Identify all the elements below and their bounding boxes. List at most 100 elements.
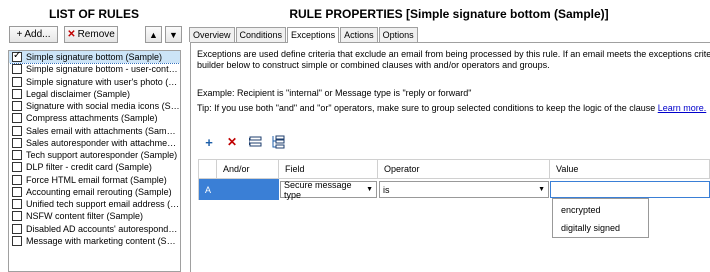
rule-checkbox[interactable] <box>12 88 22 99</box>
tab-overview[interactable]: Overview <box>189 27 235 42</box>
plus-icon: + <box>16 29 23 40</box>
description-line-1: Exceptions are used define criteria that… <box>197 49 710 59</box>
list-item[interactable]: Force HTML email format (Sample) <box>9 174 180 186</box>
rule-checkbox[interactable] <box>12 186 22 197</box>
field-cell: Secure message type ▼ <box>279 179 378 200</box>
group-icon[interactable] <box>248 135 262 149</box>
header-field: Field <box>279 159 378 179</box>
tab-actions[interactable]: Actions <box>340 27 378 42</box>
list-item[interactable]: Tech support autoresponder (Sample) <box>9 149 180 161</box>
list-item[interactable]: Simple signature bottom (Sample) <box>9 51 180 64</box>
add-rule-button[interactable]: + Add... <box>9 26 58 43</box>
list-item[interactable]: Simple signature with user's photo (Sam.… <box>9 76 180 88</box>
field-select[interactable]: Secure message type ▼ <box>280 179 377 200</box>
rule-checkbox[interactable] <box>12 101 22 111</box>
rule-checkbox[interactable] <box>12 235 22 246</box>
chevron-down-icon: ▼ <box>538 186 545 193</box>
rule-label: Message with marketing content (Sampl... <box>26 235 180 246</box>
property-tabs: Overview Conditions Exceptions Actions O… <box>189 27 419 43</box>
clause-toolbar: + ✕ <box>202 135 294 150</box>
rule-label: DLP filter - credit card (Sample) <box>26 162 152 173</box>
list-item[interactable]: Compress attachments (Sample) <box>9 112 180 124</box>
add-condition-icon[interactable]: + <box>202 135 216 150</box>
chevron-up-icon: ▲ <box>149 29 158 40</box>
option-digitally-signed[interactable]: digitally signed <box>553 219 648 237</box>
rule-checkbox[interactable] <box>12 211 22 222</box>
grid-header: And/or Field Operator Value <box>198 159 710 179</box>
rule-label: Sales email with attachments (Sample) <box>26 125 180 136</box>
move-up-button[interactable]: ▲ <box>145 26 162 43</box>
rule-label: Sales autoresponder with attachments (..… <box>26 137 180 148</box>
list-item[interactable]: Disabled AD accounts' autoresponder (... <box>9 223 180 235</box>
rule-label: Tech support autoresponder (Sample) <box>26 150 178 160</box>
header-andor: And/or <box>217 159 279 179</box>
rule-label: Force HTML email format (Sample) <box>26 174 167 185</box>
table-row[interactable]: A Secure message type ▼ is ▼ <box>198 179 710 200</box>
operator-select[interactable]: is ▼ <box>379 181 549 198</box>
rules-list[interactable]: Simple signature bottom (Sample) Simple s… <box>8 50 181 272</box>
rule-checkbox[interactable] <box>12 137 22 148</box>
value-cell <box>550 179 710 200</box>
rule-checkbox[interactable] <box>12 51 22 62</box>
list-item[interactable]: Message with marketing content (Sampl... <box>9 235 180 247</box>
field-value: Secure message type <box>284 179 352 200</box>
tip-text: Tip: If you use both "and" and "or" oper… <box>197 103 706 113</box>
value-input[interactable] <box>550 181 710 198</box>
learn-more-link[interactable]: Learn more. <box>658 103 707 113</box>
remove-rule-label: Remove <box>77 29 115 40</box>
rule-checkbox[interactable] <box>12 223 22 234</box>
option-encrypted[interactable]: encrypted <box>553 201 648 219</box>
rule-label: Signature with social media icons (Sam..… <box>26 101 180 111</box>
example-text: Example: Recipient is "internal" or Mess… <box>197 88 472 98</box>
add-rule-label: Add... <box>24 29 51 40</box>
list-item[interactable]: DLP filter - credit card (Sample) <box>9 161 180 173</box>
list-item[interactable]: Sales email with attachments (Sample) <box>9 125 180 137</box>
chevron-down-icon: ▼ <box>366 186 373 193</box>
exceptions-grid: And/or Field Operator Value A Secure mes… <box>198 159 710 200</box>
rule-label: Simple signature bottom (Sample) <box>26 52 163 62</box>
list-item[interactable]: NSFW content filter (Sample) <box>9 210 180 222</box>
header-value: Value <box>550 159 710 179</box>
row-id: A <box>198 179 217 200</box>
operator-value: is <box>383 184 390 195</box>
close-icon: ✕ <box>67 29 76 40</box>
list-item[interactable]: Simple signature bottom - user-controlle… <box>9 63 180 75</box>
rule-label: Simple signature bottom - user-controlle… <box>26 64 180 75</box>
list-item[interactable]: Accounting email rerouting (Sample) <box>9 186 180 198</box>
tab-exceptions[interactable]: Exceptions <box>287 27 340 43</box>
list-item[interactable]: Sales autoresponder with attachments (..… <box>9 137 180 149</box>
rule-label: Compress attachments (Sample) <box>26 113 158 124</box>
move-down-button[interactable]: ▼ <box>165 26 182 43</box>
rule-label: NSFW content filter (Sample) <box>26 211 144 222</box>
rule-label: Unified tech support email address (Sa..… <box>26 199 180 209</box>
rules-list-title: LIST OF RULES <box>49 7 139 21</box>
rule-checkbox[interactable] <box>12 199 22 209</box>
list-item[interactable]: Unified tech support email address (Sa..… <box>9 198 180 210</box>
header-operator: Operator <box>378 159 550 179</box>
rule-checkbox[interactable] <box>12 174 22 185</box>
ungroup-icon[interactable] <box>271 135 285 149</box>
tab-conditions[interactable]: Conditions <box>235 27 287 42</box>
tip-body: Tip: If you use both "and" and "or" oper… <box>197 103 656 113</box>
rule-checkbox[interactable] <box>12 64 22 75</box>
exceptions-description: Exceptions are used define criteria that… <box>197 49 710 71</box>
rule-label: Simple signature with user's photo (Sam.… <box>26 76 180 87</box>
rule-label: Accounting email rerouting (Sample) <box>26 186 172 197</box>
tab-options[interactable]: Options <box>378 27 418 42</box>
rule-checkbox[interactable] <box>12 125 22 136</box>
rule-checkbox[interactable] <box>12 76 22 87</box>
remove-rule-button[interactable]: ✕ Remove <box>64 26 118 43</box>
delete-condition-icon[interactable]: ✕ <box>225 135 239 149</box>
rule-checkbox[interactable] <box>12 113 22 124</box>
list-item[interactable]: Signature with social media icons (Sam..… <box>9 100 180 112</box>
rule-label: Legal disclaimer (Sample) <box>26 88 131 99</box>
rule-checkbox[interactable] <box>12 150 22 160</box>
andor-cell[interactable] <box>217 179 279 200</box>
list-item[interactable]: Legal disclaimer (Sample) <box>9 88 180 100</box>
rule-properties-title: RULE PROPERTIES [Simple signature bottom… <box>289 7 609 21</box>
rule-label: Disabled AD accounts' autoresponder (... <box>26 223 180 234</box>
chevron-down-icon: ▼ <box>169 29 178 40</box>
header-id <box>198 159 217 179</box>
operator-cell: is ▼ <box>378 179 550 200</box>
rule-checkbox[interactable] <box>12 162 22 173</box>
